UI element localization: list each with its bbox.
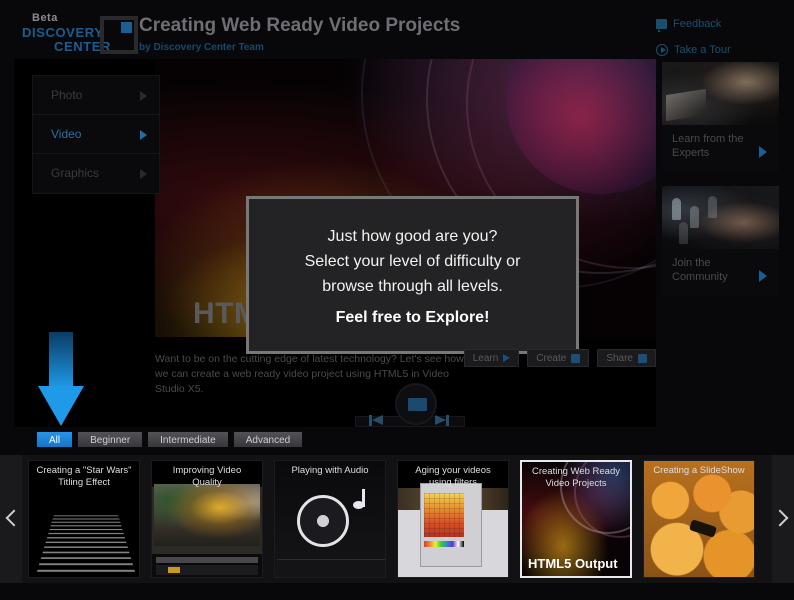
carousel-card-slideshow[interactable]: Creating a SlideShow: [643, 460, 755, 578]
filter-tab-all[interactable]: All: [36, 431, 74, 448]
main-stage: HTML5 Output Photo Video Graphics Just h…: [14, 59, 656, 427]
menu-item-photo[interactable]: Photo: [33, 76, 159, 115]
construction-photo: [154, 484, 260, 546]
filter-tab-beginner[interactable]: Beginner: [77, 431, 144, 448]
modal-line-1: Just how good are you?: [327, 227, 498, 245]
menu-item-video-label: Video: [51, 127, 82, 141]
text-crawl-graphic: [36, 515, 136, 573]
filter-tab-intermediate[interactable]: Intermediate: [147, 431, 229, 448]
learn-button[interactable]: Learn: [463, 349, 520, 367]
slideshow-artwork: [644, 461, 754, 577]
community-thumbnail: [662, 186, 779, 249]
community-card-label: Join the Community: [672, 257, 728, 283]
chevron-right-icon: [140, 169, 147, 179]
arrow-head: [38, 386, 84, 426]
create-button[interactable]: Create: [527, 349, 590, 367]
toolbar-graphic: [156, 565, 258, 575]
discovery-center-logo[interactable]: Beta DISCOVERY CENTER: [16, 12, 138, 54]
menu-item-video[interactable]: Video: [33, 115, 159, 154]
carousel-cards: Creating a "Star Wars" Titling Effect Im…: [28, 460, 768, 580]
video-action-buttons: Learn Create Share: [463, 349, 656, 367]
menu-item-photo-label: Photo: [51, 88, 83, 102]
player-controls: [155, 383, 656, 427]
share-icon: [638, 353, 647, 363]
create-icon: [571, 353, 581, 363]
logo-square-mark: [100, 16, 138, 54]
chevron-right-icon: [759, 270, 767, 282]
carousel-card-aging-filters[interactable]: Aging your videos using filters: [397, 460, 509, 578]
page-title: Creating Web Ready Video Projects: [139, 15, 461, 36]
stop-button[interactable]: [395, 383, 437, 425]
carousel-prev-button[interactable]: [0, 455, 22, 583]
carousel-card-title: Improving Video Quality: [172, 465, 242, 488]
logo-beta-badge: Beta: [32, 12, 58, 24]
learn-button-label: Learn: [472, 352, 499, 364]
toolbar-graphic: [277, 559, 385, 575]
menu-item-graphics-label: Graphics: [51, 166, 100, 180]
carousel-card-title: Creating Web Ready Video Projects: [531, 466, 620, 489]
carousel-card-title: Playing with Audio: [291, 465, 369, 476]
menu-item-graphics[interactable]: Graphics: [33, 154, 159, 193]
arrow-shaft: [49, 332, 73, 388]
carousel-card-star-wars[interactable]: Creating a "Star Wars" Titling Effect: [28, 460, 140, 578]
carousel-card-web-ready-selected[interactable]: HTML5 Output Creating Web Ready Video Pr…: [520, 460, 632, 578]
carousel-next-button[interactable]: [772, 455, 794, 583]
highlight-arrow-annotation: [38, 332, 84, 426]
category-menu: Photo Video Graphics: [32, 75, 160, 194]
carousel-card-title: Creating a SlideShow: [653, 465, 745, 476]
feedback-label: Feedback: [673, 18, 722, 30]
carousel-card-title: Aging your videos using filters: [415, 465, 491, 488]
carousel-card-audio[interactable]: Playing with Audio: [274, 460, 386, 578]
color-swatches-graphic: [424, 541, 464, 547]
chevron-right-icon: [140, 130, 147, 140]
create-button-label: Create: [536, 352, 567, 364]
previous-video-button[interactable]: [369, 415, 385, 426]
next-video-button[interactable]: [433, 415, 449, 426]
modal-line-2: Select your level of difficulty or: [304, 252, 521, 270]
color-grid-graphic: [424, 493, 464, 537]
experts-thumbnail: [662, 62, 779, 125]
page-byline: by Discovery Center Team: [139, 42, 264, 53]
experts-card-label: Learn from the Experts: [672, 133, 744, 159]
html5-output-overlay: HTML5 Output: [528, 556, 618, 571]
share-button[interactable]: Share: [597, 349, 656, 367]
timeline-graphic: [156, 557, 258, 563]
learn-from-the-experts-card[interactable]: Learn from the Experts: [662, 62, 779, 172]
carousel-card-title: Creating a "Star Wars" Titling Effect: [36, 465, 132, 488]
right-sidebar: Learn from the Experts Join the Communit…: [662, 62, 779, 310]
play-triangle-icon: [503, 354, 511, 362]
modal-line-3: browse through all levels.: [322, 277, 503, 295]
logo-line-discovery: DISCOVERY: [22, 25, 104, 40]
filter-tab-advanced[interactable]: Advanced: [232, 431, 304, 448]
share-button-label: Share: [606, 352, 633, 364]
header: Beta DISCOVERY CENTER Creating Web Ready…: [0, 0, 794, 60]
header-links: Feedback Take a Tour: [656, 15, 786, 67]
difficulty-prompt-modal: Just how good are you? Select your level…: [246, 196, 579, 354]
take-a-tour-label: Take a Tour: [674, 44, 731, 56]
carousel-card-video-quality[interactable]: Improving Video Quality: [151, 460, 263, 578]
speaker-icon: [297, 495, 349, 547]
difficulty-filter-tabs: All Beginner Intermediate Advanced: [36, 431, 304, 448]
discovery-center-app: Beta DISCOVERY CENTER Creating Web Ready…: [0, 0, 794, 600]
music-note-icon: [353, 489, 369, 509]
join-the-community-card[interactable]: Join the Community: [662, 186, 779, 296]
chevron-right-icon: [759, 146, 767, 158]
take-a-tour-link[interactable]: Take a Tour: [656, 41, 786, 59]
stop-icon: [408, 398, 427, 411]
pumpkin-stem-graphic: [688, 519, 718, 538]
chevron-right-icon: [140, 91, 147, 101]
modal-call-to-action: Feel free to Explore!: [335, 308, 490, 326]
logo-blue-dot-icon: [121, 22, 132, 33]
audio-artwork: [275, 461, 385, 577]
video-carousel: Creating a "Star Wars" Titling Effect Im…: [0, 455, 794, 585]
feedback-link[interactable]: Feedback: [656, 15, 786, 33]
play-circle-icon: [656, 44, 668, 56]
feedback-icon: [656, 19, 667, 32]
